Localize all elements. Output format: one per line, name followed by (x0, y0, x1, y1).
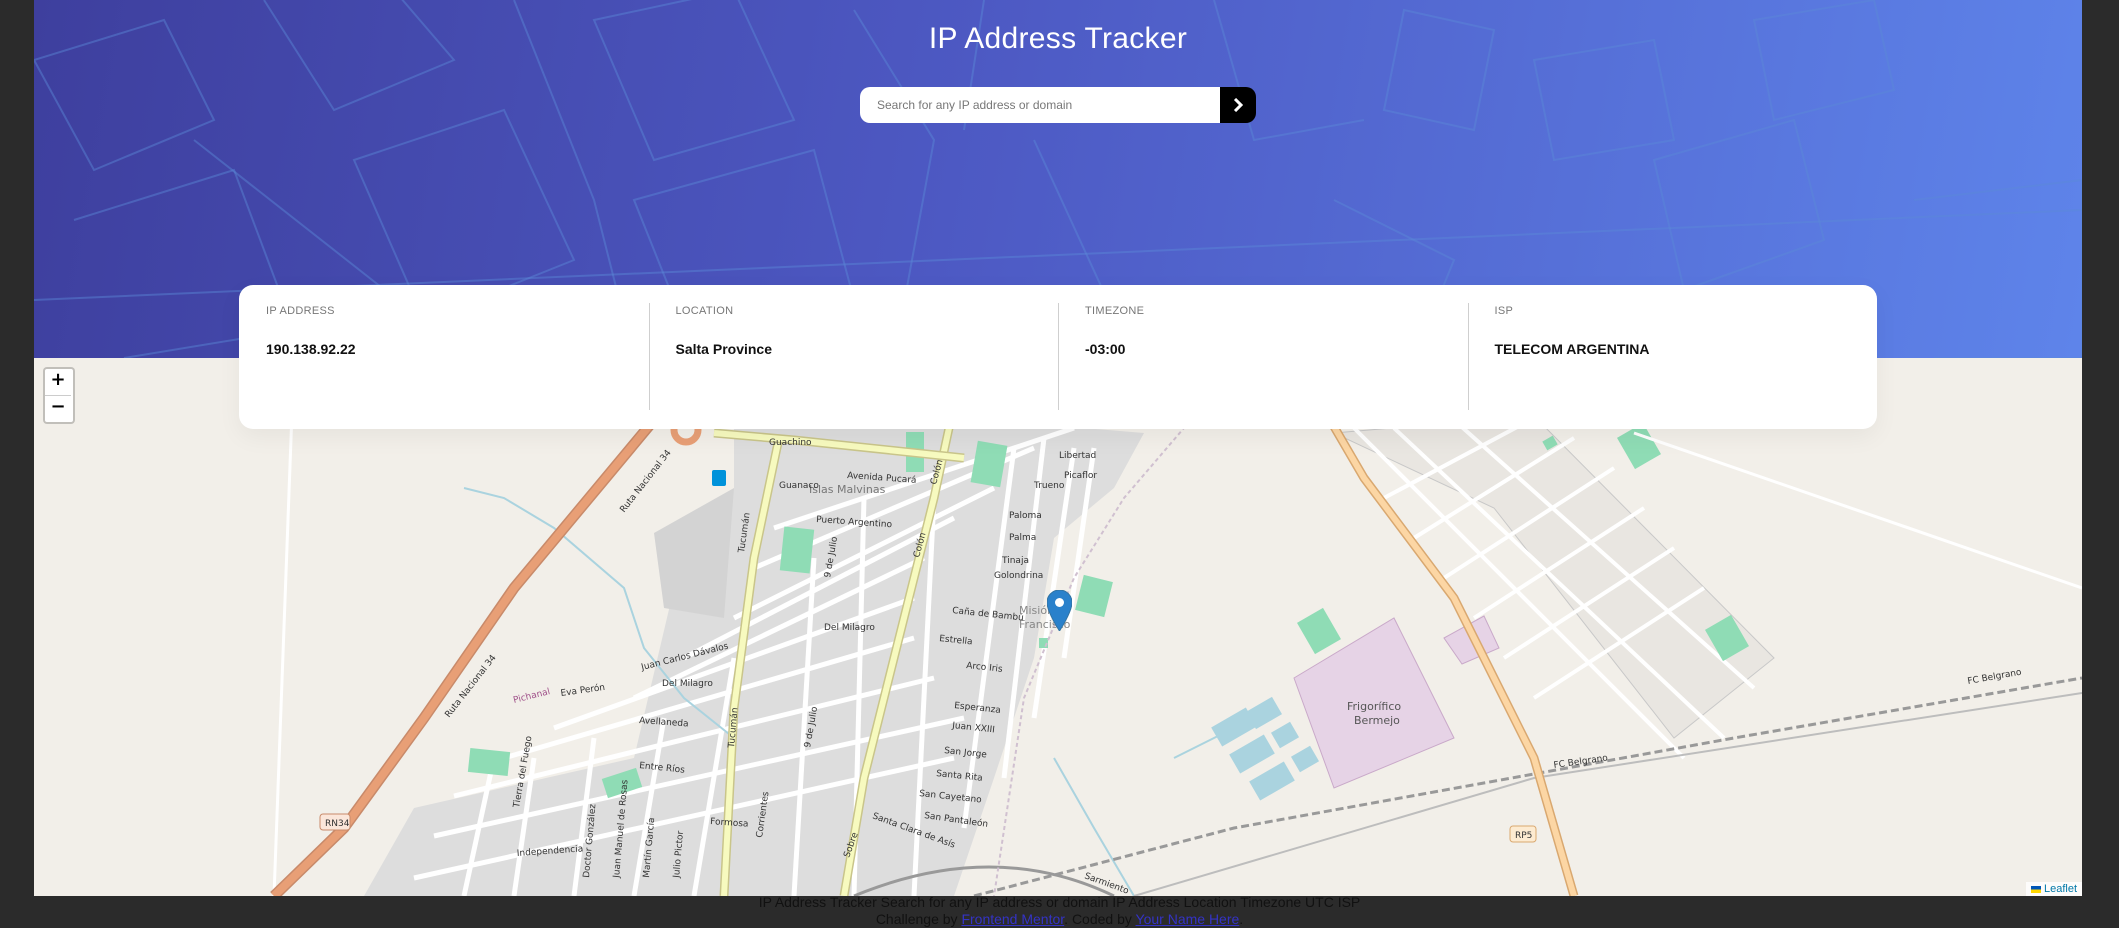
footer-template-text: IP Address Tracker Search for any IP add… (758, 894, 1361, 910)
map-label: Pichanal (512, 687, 551, 706)
map-label: Bermejo (1354, 714, 1400, 727)
page: IP Address Tracker Search for any IP add… (34, 0, 2082, 896)
info-ip-address: IP Address 190.138.92.22 (239, 285, 649, 429)
search-submit-button[interactable] (1220, 87, 1256, 123)
map-label: Guanaco (779, 481, 819, 491)
info-value: Salta Province (675, 341, 773, 357)
page-title: IP Address Tracker (928, 22, 1188, 55)
search-form (860, 87, 1256, 123)
map-label: FC Belgrano (1967, 668, 2023, 687)
ip-info-card: IP Address 190.138.92.22 Location Salta … (239, 285, 1877, 429)
map-label: Eva Perón (560, 682, 606, 699)
svg-text:RP5: RP5 (1515, 831, 1532, 841)
zoom-control: + − (43, 367, 75, 424)
map-label: Picaflor (1064, 471, 1097, 481)
road-shield-rp5: RP5 (1509, 825, 1537, 843)
info-isp: ISP TELECOM ARGENTINA (1467, 285, 1878, 429)
map-label: Paloma (1009, 511, 1042, 521)
map-attribution[interactable]: Leaflet (2025, 882, 2082, 896)
info-timezone: Timezone -03:00 (1058, 285, 1468, 429)
info-location: Location Salta Province (648, 285, 1059, 429)
map-label: Golondrina (994, 571, 1043, 581)
chevron-right-icon (1233, 98, 1243, 112)
map-label: Del Milagro (824, 623, 875, 633)
location-pin-icon[interactable] (1047, 590, 1072, 631)
author-link[interactable]: Your Name Here (1136, 911, 1240, 927)
map-label: Trueno (1033, 481, 1065, 491)
info-value: -03:00 (1085, 341, 1126, 357)
map-label: Islas Malvinas (809, 483, 886, 496)
zoom-out-button[interactable]: − (45, 395, 71, 422)
svg-text:RN34: RN34 (325, 819, 350, 829)
footer: IP Address Tracker Search for any IP add… (0, 894, 2119, 928)
search-input[interactable] (860, 87, 1220, 123)
info-label: Timezone (1085, 305, 1145, 317)
info-label: Location (675, 305, 734, 317)
map-label: Frigorífico (1347, 700, 1401, 713)
zoom-in-button[interactable]: + (45, 369, 71, 395)
map-label: Del Milagro (662, 679, 713, 689)
ukraine-flag-icon (2030, 885, 2041, 893)
map[interactable]: Avenida Pucará Islas Malvinas Puerto Arg… (34, 358, 2082, 896)
map-label: Guachino (769, 438, 812, 448)
leaflet-link[interactable]: Leaflet (2044, 883, 2077, 895)
info-value: TELECOM ARGENTINA (1494, 341, 1650, 357)
info-label: IP Address (266, 305, 335, 317)
map-label: Palma (1009, 533, 1036, 543)
frontend-mentor-link[interactable]: Frontend Mentor (961, 911, 1064, 927)
info-label: ISP (1494, 305, 1514, 317)
map-label: Tinaja (1001, 556, 1029, 566)
road-shield-rn34: RN34 (319, 813, 351, 831)
map-label: Libertad (1059, 451, 1096, 461)
info-value: 190.138.92.22 (266, 341, 356, 357)
